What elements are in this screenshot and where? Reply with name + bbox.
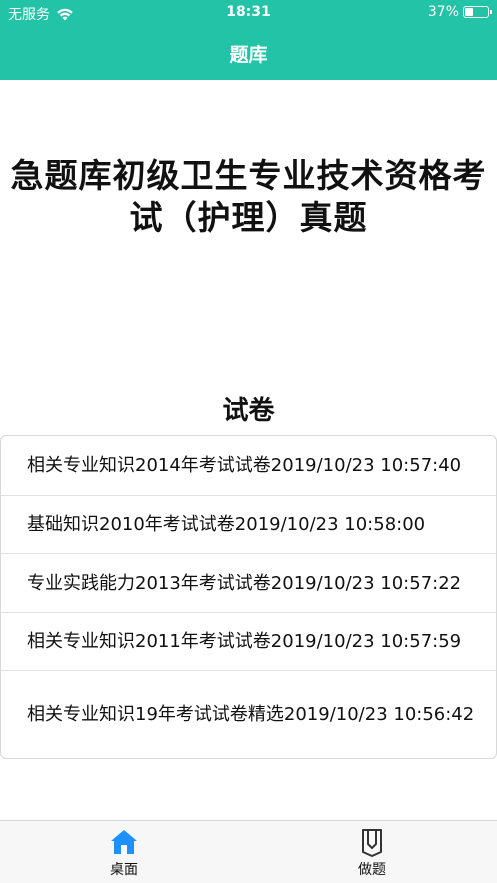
tab-desktop[interactable]: 桌面 <box>79 827 169 879</box>
paper-item-5[interactable]: 相关专业知识19年考试试卷精选2019/10/23 10:56:42 <box>1 671 496 758</box>
tab-bar: 桌面 做题 <box>0 820 497 883</box>
battery-percent: 37% <box>427 4 459 20</box>
app-header: 无服务 18:31 37% 题库 <box>0 0 497 80</box>
status-time: 18:31 <box>226 4 271 20</box>
paper-item-2[interactable]: 基础知识2010年考试试卷2019/10/23 10:58:00 <box>1 496 496 554</box>
paper-item-label: 专业实践能力2013年考试试卷2019/10/23 10:57:22 <box>27 572 462 594</box>
battery-info: 37% <box>427 4 492 20</box>
paper-item-4[interactable]: 相关专业知识2011年考试试卷2019/10/23 10:57:59 <box>1 613 496 671</box>
paper-list: 相关专业知识2014年考试试卷2019/10/23 10:57:40 基础知识2… <box>0 435 497 759</box>
tab-practice-label: 做题 <box>358 862 386 878</box>
tab-practice[interactable]: 做题 <box>327 827 417 879</box>
battery-icon <box>463 6 492 18</box>
bookmark-icon <box>362 829 382 857</box>
tab-desktop-label: 桌面 <box>110 862 138 878</box>
paper-item-label: 相关专业知识2014年考试试卷2019/10/23 10:57:40 <box>27 455 462 476</box>
section-title: 试卷 <box>222 396 275 426</box>
paper-item-3[interactable]: 专业实践能力2013年考试试卷2019/10/23 10:57:22 <box>1 554 496 613</box>
paper-item-label: 基础知识2010年考试试卷2019/10/23 10:58:00 <box>27 514 426 535</box>
paper-item-label: 相关专业知识2011年考试试卷2019/10/23 10:57:59 <box>27 631 462 652</box>
home-icon <box>111 830 137 854</box>
nav-title: 题库 <box>229 44 268 66</box>
page-title: 急题库初级卫生专业技术资格考试（护理）真题 <box>10 156 487 237</box>
status-bar: 无服务 18:31 37% <box>0 0 497 26</box>
paper-item-label: 相关专业知识19年考试试卷精选2019/10/23 10:56:42 <box>27 704 475 725</box>
paper-item-1[interactable]: 相关专业知识2014年考试试卷2019/10/23 10:57:40 <box>1 436 496 496</box>
